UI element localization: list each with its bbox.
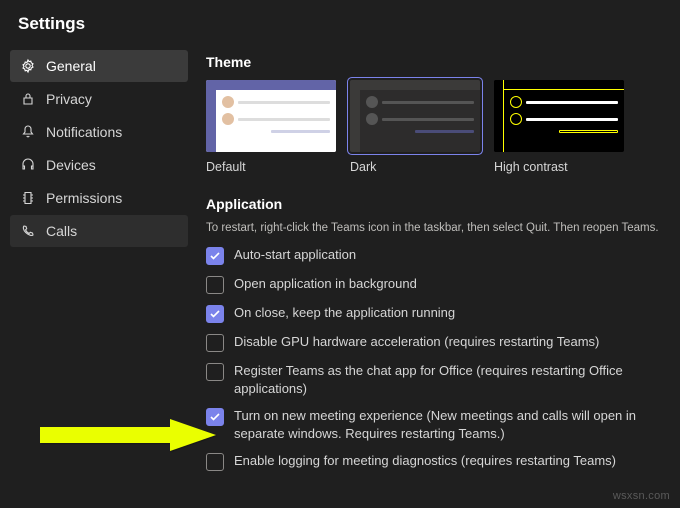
settings-sidebar: General Privacy Notifications Devices Pe bbox=[10, 44, 188, 481]
settings-header: Settings bbox=[0, 0, 680, 44]
page-title: Settings bbox=[18, 14, 662, 34]
sidebar-item-label: Calls bbox=[46, 223, 77, 239]
application-section-title: Application bbox=[206, 196, 670, 212]
checkbox-label: Enable logging for meeting diagnostics (… bbox=[234, 452, 670, 470]
sidebar-item-label: Notifications bbox=[46, 124, 122, 140]
content: General Privacy Notifications Devices Pe bbox=[0, 44, 680, 481]
theme-label: High contrast bbox=[494, 160, 624, 174]
theme-preview-dark bbox=[350, 80, 480, 152]
sidebar-item-devices[interactable]: Devices bbox=[10, 149, 188, 181]
headset-icon bbox=[20, 157, 36, 173]
theme-preview-default bbox=[206, 80, 336, 152]
option-on-close-keep-running: On close, keep the application running bbox=[206, 304, 670, 323]
sidebar-item-notifications[interactable]: Notifications bbox=[10, 116, 188, 148]
sidebar-item-privacy[interactable]: Privacy bbox=[10, 83, 188, 115]
permissions-icon bbox=[20, 190, 36, 206]
gear-icon bbox=[20, 58, 36, 74]
checkbox-label: On close, keep the application running bbox=[234, 304, 670, 322]
checkbox-label: Open application in background bbox=[234, 275, 670, 293]
theme-option-default[interactable]: Default bbox=[206, 80, 336, 174]
settings-main: Theme Default bbox=[206, 44, 670, 481]
theme-section-title: Theme bbox=[206, 54, 670, 70]
checkbox-label: Disable GPU hardware acceleration (requi… bbox=[234, 333, 670, 351]
theme-preview-hc bbox=[494, 80, 624, 152]
checkbox-enable-logging[interactable] bbox=[206, 453, 224, 471]
theme-label: Dark bbox=[350, 160, 480, 174]
checkbox-label: Register Teams as the chat app for Offic… bbox=[234, 362, 670, 397]
sidebar-item-general[interactable]: General bbox=[10, 50, 188, 82]
watermark: wsxsn.com bbox=[613, 490, 670, 502]
checkbox-disable-gpu[interactable] bbox=[206, 334, 224, 352]
application-options: Auto-start application Open application … bbox=[206, 246, 670, 471]
checkbox-register-chat-app[interactable] bbox=[206, 363, 224, 381]
lock-icon bbox=[20, 91, 36, 107]
option-new-meeting-experience: Turn on new meeting experience (New meet… bbox=[206, 407, 670, 442]
sidebar-item-label: Devices bbox=[46, 157, 96, 173]
theme-option-high-contrast[interactable]: High contrast bbox=[494, 80, 624, 174]
sidebar-item-label: General bbox=[46, 58, 96, 74]
sidebar-item-calls[interactable]: Calls bbox=[10, 215, 188, 247]
option-disable-gpu: Disable GPU hardware acceleration (requi… bbox=[206, 333, 670, 352]
sidebar-item-label: Privacy bbox=[46, 91, 92, 107]
checkbox-auto-start[interactable] bbox=[206, 247, 224, 265]
theme-label: Default bbox=[206, 160, 336, 174]
option-enable-logging: Enable logging for meeting diagnostics (… bbox=[206, 452, 670, 471]
application-note: To restart, right-click the Teams icon i… bbox=[206, 222, 670, 234]
checkbox-open-background[interactable] bbox=[206, 276, 224, 294]
checkbox-on-close-keep-running[interactable] bbox=[206, 305, 224, 323]
theme-options: Default Dark bbox=[206, 80, 670, 174]
option-auto-start: Auto-start application bbox=[206, 246, 670, 265]
bell-icon bbox=[20, 124, 36, 140]
theme-option-dark[interactable]: Dark bbox=[350, 80, 480, 174]
option-open-background: Open application in background bbox=[206, 275, 670, 294]
sidebar-item-permissions[interactable]: Permissions bbox=[10, 182, 188, 214]
phone-icon bbox=[20, 223, 36, 239]
option-register-chat-app: Register Teams as the chat app for Offic… bbox=[206, 362, 670, 397]
sidebar-item-label: Permissions bbox=[46, 190, 122, 206]
checkbox-label: Auto-start application bbox=[234, 246, 670, 264]
checkbox-new-meeting-experience[interactable] bbox=[206, 408, 224, 426]
checkbox-label: Turn on new meeting experience (New meet… bbox=[234, 407, 670, 442]
